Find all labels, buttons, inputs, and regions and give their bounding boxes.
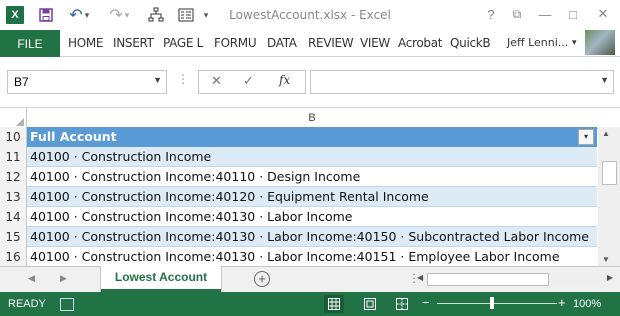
filter-dropdown-icon[interactable]: ▾ (578, 129, 594, 145)
row-header[interactable]: 12 (0, 167, 27, 188)
zoom-in-icon[interactable]: + (558, 295, 566, 310)
table-row: 14 40100 · Construction Income:40130 · L… (0, 207, 598, 228)
formula-bar-area: B7 ▼ ⋮ ✕ ✓ fx ▼ (0, 57, 620, 107)
name-box[interactable]: B7 ▼ (7, 70, 167, 94)
row-header[interactable]: 13 (0, 187, 27, 208)
tab-view[interactable]: VIEW (360, 36, 390, 50)
cancel-icon[interactable]: ✕ (211, 73, 222, 89)
tab-formulas[interactable]: FORMU (214, 36, 257, 50)
tab-acrobat[interactable]: Acrobat (398, 36, 442, 50)
user-account[interactable]: Jeff Lenni... (507, 36, 568, 49)
avatar[interactable] (585, 30, 615, 55)
table-row: 16 40100 · Construction Income:40130 · L… (0, 247, 598, 268)
page-break-view-icon[interactable] (392, 295, 412, 313)
tab-page-layout[interactable]: PAGE L (163, 36, 203, 50)
status-ready: READY (8, 298, 46, 310)
table-row: 13 40100 · Construction Income:40120 · E… (0, 187, 598, 208)
table-row: 12 40100 · Construction Income:40110 · D… (0, 167, 598, 188)
select-all-button[interactable] (0, 108, 27, 128)
tab-quickbooks[interactable]: QuickB (450, 36, 491, 50)
vertical-scroll-thumb[interactable] (602, 161, 617, 185)
enter-icon[interactable]: ✓ (243, 73, 254, 89)
column-header-b[interactable]: B (27, 108, 597, 128)
add-sheet-icon[interactable]: + (254, 271, 270, 287)
table-cell[interactable]: 40100 · Construction Income:40130 · Labo… (27, 227, 597, 247)
insert-function-icon[interactable]: fx (279, 73, 290, 87)
close-icon[interactable]: ✕ (592, 4, 614, 24)
row-header[interactable]: 10 (0, 127, 27, 148)
next-sheet-icon[interactable]: ▶ (60, 273, 67, 284)
scroll-down-icon[interactable]: ▼ (602, 255, 610, 264)
sheet-tab-bar: ◀ ▶ Lowest Account + ⋮ ◀ ▶ (0, 266, 620, 293)
vertical-scrollbar[interactable]: ▲ ▼ (598, 127, 620, 266)
row-header[interactable]: 16 (0, 247, 27, 268)
status-bar: READY − + 100% (0, 292, 620, 316)
zoom-slider[interactable] (437, 303, 557, 304)
maximize-icon[interactable]: □ (562, 4, 584, 24)
page-layout-view-icon[interactable] (360, 295, 380, 313)
table-row: 15 40100 · Construction Income:40130 · L… (0, 227, 598, 248)
zoom-out-icon[interactable]: − (422, 295, 430, 310)
table-cell[interactable]: 40100 · Construction Income (27, 147, 597, 167)
zoom-level[interactable]: 100% (573, 298, 601, 310)
title-bar: X ↶ ▾ ↷ ▾ ▾ LowestAccount.xlsx - Excel ?… (0, 0, 620, 30)
table-cell[interactable]: 40100 · Construction Income:40120 · Equi… (27, 187, 597, 207)
row-header[interactable]: 14 (0, 207, 27, 228)
ribbon-display-icon[interactable]: ⧉ (506, 4, 528, 24)
user-dropdown-icon[interactable]: ▾ (572, 38, 577, 48)
table-row: 11 40100 · Construction Income (0, 147, 598, 168)
tab-data[interactable]: DATA (267, 36, 297, 50)
name-box-value: B7 (14, 75, 29, 89)
zoom-slider-thumb[interactable] (490, 297, 495, 309)
formula-buttons: ✕ ✓ fx (198, 70, 306, 94)
name-box-dropdown-icon[interactable]: ▼ (153, 75, 162, 85)
scroll-left-icon[interactable]: ◀ (417, 273, 423, 282)
column-header-row: B (0, 107, 620, 129)
table-cell[interactable]: 40100 · Construction Income:40130 · Labo… (27, 207, 597, 227)
grid-rows: 10 Full Account ▾ 11 40100 · Constructio… (0, 127, 598, 268)
normal-view-icon[interactable] (324, 295, 344, 313)
splitter-dots-icon[interactable]: ⋮ (177, 72, 189, 86)
ribbon-tabs: FILE HOME INSERT PAGE L FORMU DATA REVIE… (0, 30, 620, 57)
row-header[interactable]: 11 (0, 147, 27, 168)
tab-insert[interactable]: INSERT (113, 36, 154, 50)
sheet-tab-lowest-account[interactable]: Lowest Account (101, 266, 221, 292)
horizontal-scroll-thumb[interactable] (427, 273, 549, 286)
prev-sheet-icon[interactable]: ◀ (28, 273, 35, 284)
tab-home[interactable]: HOME (68, 36, 104, 50)
macro-recording-icon[interactable] (60, 298, 74, 311)
horizontal-scrollbar[interactable]: ◀ ▶ (415, 272, 615, 286)
select-all-icon (16, 118, 24, 126)
tab-file[interactable]: FILE (0, 30, 60, 57)
table-cell[interactable]: 40100 · Construction Income:40110 · Desi… (27, 167, 597, 187)
tab-review[interactable]: REVIEW (308, 36, 354, 50)
expand-formula-icon[interactable]: ▼ (600, 75, 609, 85)
formula-input[interactable]: ▼ (310, 70, 614, 94)
table-cell[interactable]: 40100 · Construction Income:40130 · Labo… (27, 247, 597, 267)
table-row: 10 Full Account ▾ (0, 127, 598, 148)
cell-text: Full Account (30, 129, 117, 144)
scroll-up-icon[interactable]: ▲ (602, 129, 610, 138)
scroll-right-icon[interactable]: ▶ (607, 273, 613, 282)
table-header-cell[interactable]: Full Account ▾ (27, 127, 597, 147)
help-icon[interactable]: ? (480, 4, 502, 24)
row-header[interactable]: 15 (0, 227, 27, 248)
minimize-icon[interactable]: — (534, 4, 556, 24)
